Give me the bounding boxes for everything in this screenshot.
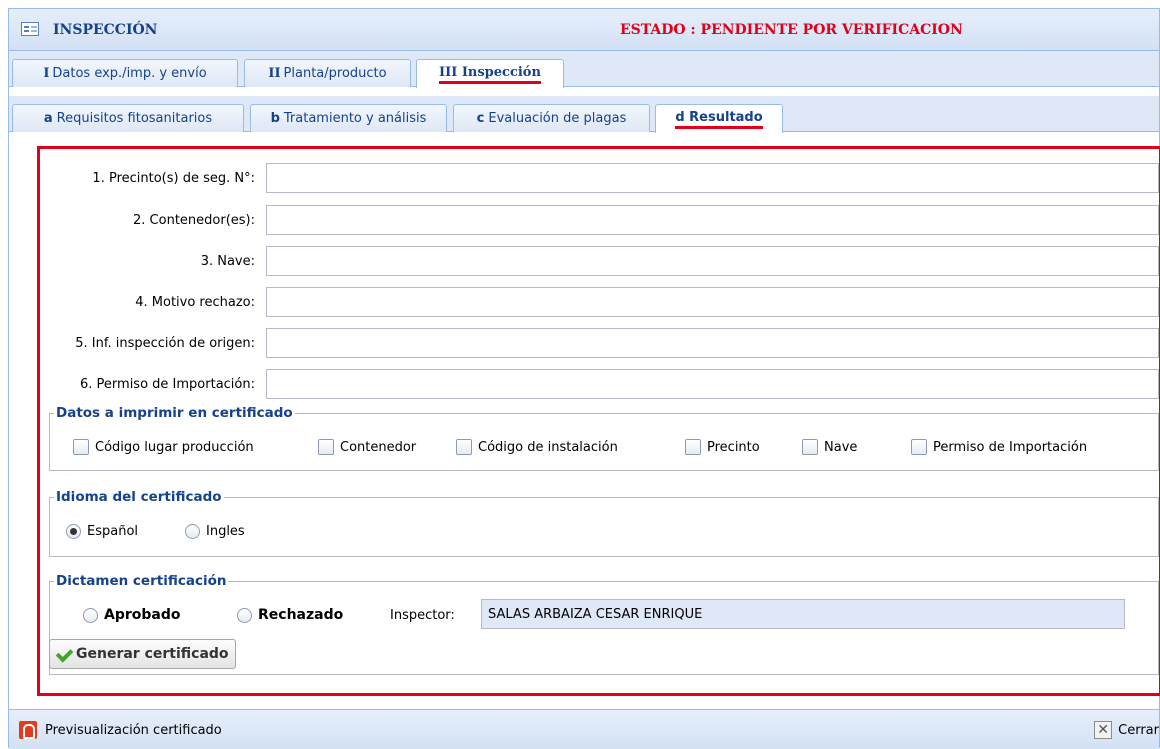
radio-rechazado[interactable]: Rechazado (237, 607, 343, 623)
radio-dot[interactable] (66, 524, 81, 539)
tab-label-active: d Resultado (675, 109, 763, 129)
contenedor-input[interactable] (266, 205, 1159, 235)
tab-prefix: b (270, 111, 280, 126)
tab-prefix: III (439, 64, 458, 80)
checkbox-box[interactable] (73, 439, 89, 455)
tab-prefix: a (43, 111, 53, 126)
radio-dot[interactable] (237, 607, 252, 623)
tab-inspeccion[interactable]: III Inspección (416, 59, 564, 88)
tab-label: Evaluación de plagas (488, 111, 627, 126)
radio-label: Rechazado (258, 607, 344, 623)
field-label: 6. Permiso de Importación: (80, 377, 255, 392)
inspection-window: INSPECCIÓN ESTADO : PENDIENTE POR VERIFI… (8, 8, 1160, 749)
tab-label: Tratamiento y análisis (283, 111, 427, 126)
tab-label-active: III Inspección (439, 65, 541, 84)
inspector-label: Inspector: (390, 608, 455, 623)
checkbox-label: Nave (824, 439, 858, 455)
group-legend: Idioma del certificado (56, 489, 222, 505)
checkbox-box[interactable] (802, 439, 818, 455)
nave-input[interactable] (266, 246, 1159, 276)
radio-espanol[interactable]: Español (66, 524, 138, 539)
language-group: Idioma del certificado (49, 489, 1159, 557)
tab-requisitos-fitosanitarios[interactable]: a Requisitos fitosanitarios (12, 104, 244, 132)
checkbox-permiso-importacion[interactable]: Permiso de Importación (911, 439, 1087, 455)
resultado-panel: 1. Precinto(s) de seg. N°: 2. Contenedor… (37, 146, 1160, 696)
inspector-field: SALAS ARBAIZA CESAR ENRIQUE (481, 599, 1125, 629)
tab-resultado[interactable]: d Resultado (655, 104, 783, 133)
checkbox-nave[interactable]: Nave (802, 439, 857, 455)
close-icon: ✕ (1094, 721, 1113, 739)
window-titlebar: INSPECCIÓN ESTADO : PENDIENTE POR VERIFI… (9, 9, 1159, 51)
checkbox-label: Código de instalación (478, 439, 618, 455)
field-label: 4. Motivo rechazo: (135, 295, 255, 310)
inf-inspeccion-origen-input[interactable] (266, 328, 1159, 358)
radio-ingles[interactable]: Ingles (185, 524, 245, 539)
button-label: Previsualización certificado (45, 722, 222, 738)
radio-dot[interactable] (185, 524, 200, 539)
checkbox-codigo-lugar-produccion[interactable]: Código lugar producción (73, 439, 254, 455)
tab-label: Resultado (689, 109, 763, 125)
tab-datos-exp-imp[interactable]: I Datos exp./imp. y envío (12, 59, 238, 87)
tab-label: Requisitos fitosanitarios (56, 111, 213, 126)
checkbox-codigo-instalacion[interactable]: Código de instalación (456, 439, 618, 455)
bottom-toolbar: Previsualización certificado ✕ Cerrar (9, 709, 1159, 749)
preview-certificate-button[interactable]: Previsualización certificado (19, 721, 222, 739)
checkbox-label: Permiso de Importación (933, 439, 1088, 455)
tab-prefix: d (675, 109, 685, 125)
checkbox-label: Contenedor (340, 439, 417, 455)
window-title: INSPECCIÓN (53, 22, 158, 38)
group-legend: Datos a imprimir en certificado (56, 405, 293, 421)
tab-prefix: I (43, 66, 50, 81)
permiso-importacion-input[interactable] (266, 369, 1159, 399)
group-legend: Dictamen certificación (56, 573, 227, 589)
radio-dot[interactable] (83, 607, 98, 623)
radio-label: Aprobado (104, 607, 181, 623)
button-label: Generar certificado (76, 646, 229, 662)
motivo-rechazo-input[interactable] (266, 287, 1159, 317)
status-label: ESTADO : PENDIENTE POR VERIFICACION (620, 22, 963, 38)
button-label: Cerrar (1118, 722, 1159, 738)
form-icon (21, 22, 39, 36)
tab-prefix: c (476, 111, 485, 126)
sub-tabbar: a Requisitos fitosanitarios b Tratamient… (9, 96, 1159, 133)
precinto-input[interactable] (266, 163, 1159, 193)
tab-planta-producto[interactable]: II Planta/producto (244, 59, 411, 87)
checkbox-precinto[interactable]: Precinto (685, 439, 760, 455)
field-label: 3. Nave: (200, 254, 255, 269)
checkbox-box[interactable] (318, 439, 334, 455)
tab-label: Datos exp./imp. y envío (52, 66, 207, 81)
main-tabbar: I Datos exp./imp. y envío II Planta/prod… (9, 51, 1159, 88)
generate-certificate-button[interactable]: Generar certificado (49, 639, 236, 669)
close-button[interactable]: ✕ Cerrar (1094, 721, 1159, 739)
checkbox-label: Código lugar producción (95, 439, 254, 455)
print-options-group: Datos a imprimir en certificado (49, 405, 1159, 471)
checkbox-contenedor[interactable]: Contenedor (318, 439, 416, 455)
tab-prefix: II (268, 66, 281, 81)
check-icon (54, 645, 72, 663)
tab-evaluacion-plagas[interactable]: c Evaluación de plagas (453, 104, 650, 132)
radio-label: Español (87, 524, 139, 539)
pdf-icon (19, 721, 37, 739)
checkbox-box[interactable] (685, 439, 701, 455)
radio-label: Ingles (206, 524, 245, 539)
checkbox-box[interactable] (911, 439, 927, 455)
radio-aprobado[interactable]: Aprobado (83, 607, 181, 623)
checkbox-box[interactable] (456, 439, 472, 455)
field-label: 5. Inf. inspección de origen: (75, 336, 255, 351)
checkbox-label: Precinto (707, 439, 760, 455)
field-label: 2. Contenedor(es): (133, 213, 255, 228)
tab-label: Inspección (461, 64, 541, 80)
field-label: 1. Precinto(s) de seg. N°: (92, 171, 255, 186)
tab-label: Planta/producto (283, 66, 387, 81)
tab-tratamiento-analisis[interactable]: b Tratamiento y análisis (250, 104, 447, 132)
